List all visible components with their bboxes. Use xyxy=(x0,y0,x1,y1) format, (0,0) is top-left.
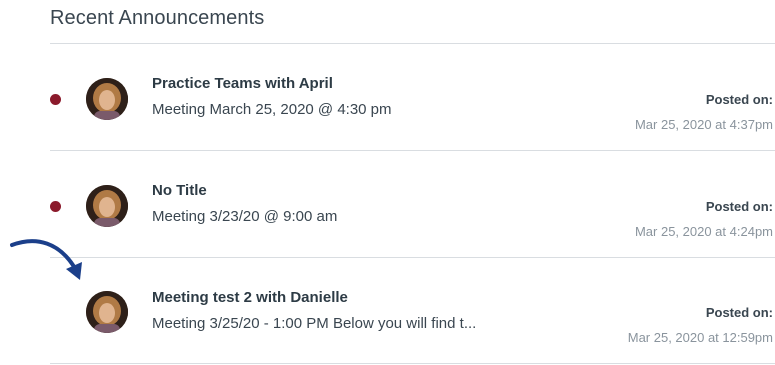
announcement-title[interactable]: No Title xyxy=(152,182,207,199)
posted-date: Mar 25, 2020 at 12:59pm xyxy=(627,330,773,345)
announcement-row[interactable]: Practice Teams with April Meeting March … xyxy=(0,44,775,150)
avatar[interactable] xyxy=(86,291,128,333)
avatar[interactable] xyxy=(86,185,128,227)
unread-dot-icon xyxy=(50,94,61,105)
announcement-title[interactable]: Meeting test 2 with Danielle xyxy=(152,289,348,306)
announcement-row[interactable]: No Title Meeting 3/23/20 @ 9:00 am Poste… xyxy=(0,151,775,257)
announcement-preview: Meeting 3/25/20 - 1:00 PM Below you will… xyxy=(152,315,477,332)
announcement-preview: Meeting March 25, 2020 @ 4:30 pm xyxy=(152,101,392,118)
unread-dot-icon xyxy=(50,201,61,212)
announcement-row[interactable]: Meeting test 2 with Danielle Meeting 3/2… xyxy=(0,258,775,364)
avatar-photo-icon xyxy=(86,291,128,333)
announcement-title[interactable]: Practice Teams with April xyxy=(152,75,333,92)
avatar[interactable] xyxy=(86,78,128,120)
posted-label: Posted on: xyxy=(705,199,773,214)
posted-date: Mar 25, 2020 at 4:24pm xyxy=(634,224,773,239)
announcement-preview: Meeting 3/23/20 @ 9:00 am xyxy=(152,208,338,225)
posted-date: Mar 25, 2020 at 4:37pm xyxy=(634,117,773,132)
divider xyxy=(50,363,775,364)
posted-label: Posted on: xyxy=(705,92,773,107)
section-title: Recent Announcements xyxy=(50,7,265,29)
posted-label: Posted on: xyxy=(705,305,773,320)
avatar-photo-icon xyxy=(86,185,128,227)
avatar-photo-icon xyxy=(86,78,128,120)
